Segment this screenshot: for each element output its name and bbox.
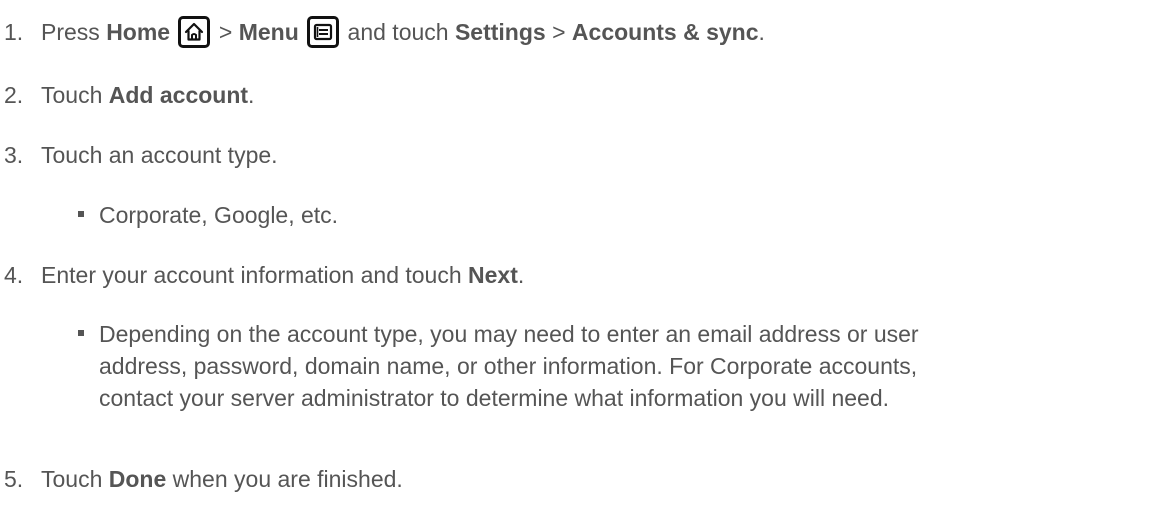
instructions-document: 1. Press Home > Menu and touch Settings >… [0, 0, 1154, 516]
step-3: 3. Touch an account type. [4, 139, 278, 171]
step-number: 1. [4, 19, 24, 45]
step-text: Touch [41, 82, 109, 108]
menu-label: Menu [238, 19, 299, 45]
step-text: and touch [341, 19, 455, 45]
step-4: 4. Enter your account information and tou… [4, 259, 524, 291]
done-label: Done [108, 466, 167, 492]
step-number: 3. [4, 142, 24, 168]
bullet-text: contact your server administrator to det… [99, 385, 890, 411]
step-number: 2. [4, 82, 24, 108]
step-2: 2. Touch Add account. [4, 79, 254, 111]
step-1: 1. Press Home > Menu and touch Settings >… [4, 16, 765, 48]
accounts-sync-label: Accounts & sync [571, 19, 759, 45]
home-label: Home [106, 19, 171, 45]
bullet-text: Depending on the account type, you may n… [99, 321, 919, 347]
step-text: Enter your account information and touch [41, 262, 469, 288]
settings-label: Settings [454, 19, 546, 45]
step-text: Press [41, 19, 107, 45]
step-text: Touch [41, 466, 109, 492]
separator: > [545, 19, 572, 45]
step-5: 5. Touch Done when you are finished. [4, 463, 403, 495]
home-key-icon [178, 16, 211, 48]
bullet-marker [78, 211, 84, 217]
period: . [248, 82, 255, 108]
step-number: 5. [4, 466, 24, 492]
menu-key-icon [307, 16, 340, 48]
period: . [758, 19, 765, 45]
bullet-marker [78, 330, 84, 336]
bullet-text: address, password, domain name, or other… [99, 353, 918, 379]
period: . [517, 262, 525, 288]
bullet-text: Corporate, Google, etc. [99, 202, 339, 228]
separator: > [212, 19, 239, 45]
step-text: Touch an account type. [41, 142, 278, 168]
step-number: 4. [4, 262, 24, 288]
step-text: when you are finished. [166, 466, 403, 492]
add-account-label: Add account [108, 82, 249, 108]
next-label: Next [468, 262, 518, 288]
